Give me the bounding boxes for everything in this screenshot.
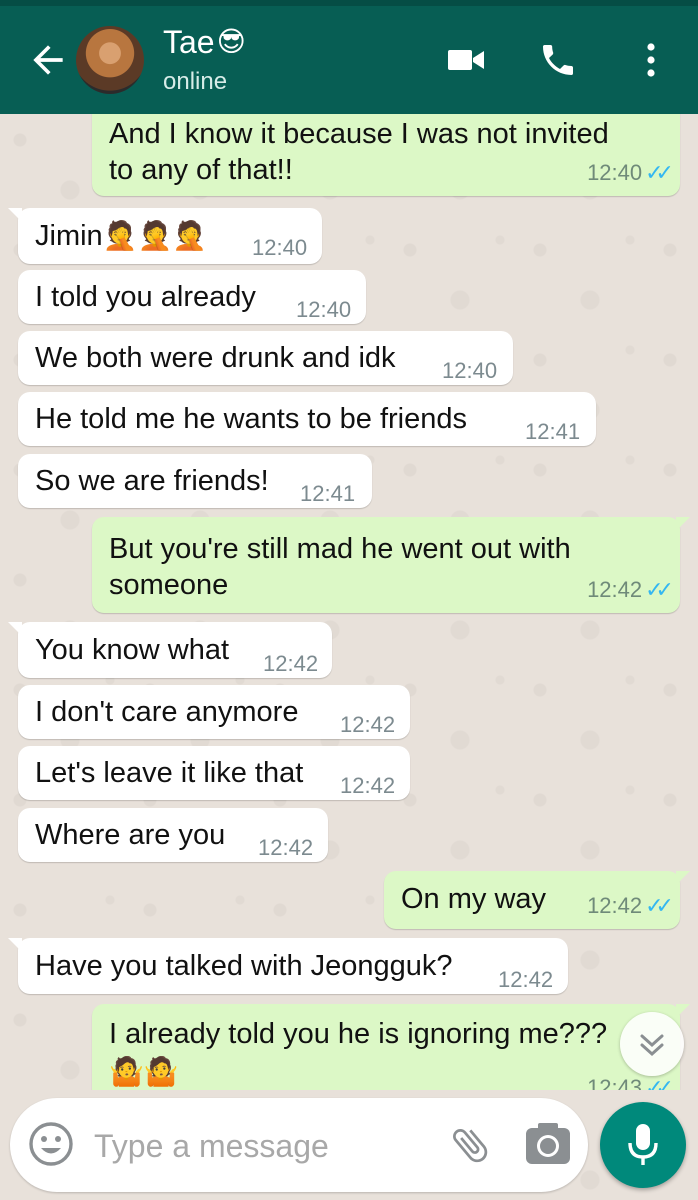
message-time-text: 12:42 — [587, 577, 643, 602]
message-time: 12:40 ✓✓ — [587, 155, 674, 191]
message-text: We both were drunk and idk — [35, 342, 396, 374]
message-text: Where are you — [35, 819, 226, 851]
message-list[interactable]: And I know it because I was not invited … — [0, 114, 698, 1090]
message-outgoing[interactable]: And I know it because I was not invited … — [92, 114, 680, 196]
message-input[interactable] — [92, 1120, 426, 1172]
message-outgoing[interactable]: I already told you he is ignoring me??? … — [92, 1004, 690, 1090]
message-text: But you're still mad he went out with — [109, 533, 571, 565]
sunglasses-emoji: 😎 — [216, 26, 246, 57]
message-text: I told you already — [35, 281, 256, 313]
voice-record-button[interactable] — [600, 1102, 686, 1188]
message-time: 12:42 — [340, 773, 396, 798]
message-text-line2: someone — [109, 569, 229, 601]
scroll-to-bottom-button[interactable] — [620, 1012, 684, 1076]
contact-avatar[interactable] — [76, 26, 144, 94]
read-ticks-icon: ✓✓ — [645, 160, 674, 185]
phone-icon[interactable] — [538, 40, 578, 80]
back-arrow-icon[interactable] — [26, 38, 70, 82]
video-call-icon[interactable] — [446, 44, 486, 76]
camera-icon[interactable] — [524, 1122, 572, 1166]
attach-icon[interactable] — [448, 1122, 492, 1168]
message-text: You know what — [35, 634, 230, 666]
message-text: I don't care anymore — [35, 696, 299, 728]
message-text-line2: to any of that!! — [109, 154, 293, 186]
message-time: 12:40 — [442, 358, 498, 383]
message-text: He told me he wants to be friends — [35, 403, 468, 435]
menu-dots-icon[interactable] — [640, 40, 662, 80]
message-time-text: 12:40 — [587, 160, 643, 185]
chevron-down-icon — [640, 1034, 664, 1057]
message-incoming[interactable]: I don't care anymore 12:42 — [18, 685, 410, 739]
mic-icon — [628, 1124, 658, 1165]
message-time: 12:41 — [525, 419, 581, 444]
message-text: So we are friends! — [35, 465, 269, 497]
contact-name[interactable]: Tae😎 — [163, 24, 246, 60]
message-text: On my way — [401, 883, 547, 915]
message-time-text: 12:42 — [587, 893, 643, 918]
message-outgoing[interactable]: On my way 12:42 ✓✓ — [384, 871, 690, 929]
message-time: 12:42 — [258, 835, 314, 860]
message-incoming[interactable]: You know what 12:42 — [8, 622, 332, 678]
contact-name-text: Tae — [163, 24, 215, 60]
message-incoming[interactable]: Let's leave it like that 12:42 — [18, 746, 410, 800]
message-time: 12:42 — [498, 967, 554, 992]
message-incoming[interactable]: Have you talked with Jeongguk? 12:42 — [8, 938, 568, 994]
read-ticks-icon: ✓✓ — [645, 577, 674, 602]
message-text: Have you talked with Jeongguk? — [35, 950, 453, 982]
message-incoming[interactable]: We both were drunk and idk 12:40 — [18, 331, 513, 385]
message-time: 12:40 — [252, 235, 308, 260]
message-time: 12:41 — [300, 481, 356, 506]
smile-icon[interactable] — [28, 1121, 74, 1167]
message-incoming[interactable]: I told you already 12:40 — [18, 270, 366, 324]
message-time: 12:40 — [296, 297, 352, 322]
message-incoming[interactable]: He told me he wants to be friends 12:41 — [18, 392, 596, 446]
message-time: 12:42 ✓✓ — [587, 888, 674, 924]
read-ticks-icon: ✓✓ — [645, 893, 674, 918]
message-text: Let's leave it like that — [35, 757, 304, 789]
message-text: And I know it because I was not invited — [109, 118, 609, 150]
message-text: I already told you he is ignoring me??? — [109, 1018, 608, 1050]
message-composer — [10, 1098, 588, 1192]
status-bar-strip — [0, 0, 698, 6]
message-text-content: Jimin — [35, 220, 103, 252]
message-time: 12:42 — [340, 712, 396, 737]
message-outgoing[interactable]: But you're still mad he went out with so… — [92, 517, 690, 613]
message-incoming[interactable]: So we are friends! 12:41 — [18, 454, 372, 508]
message-incoming[interactable]: Where are you 12:42 — [18, 808, 328, 862]
contact-status: online — [163, 68, 228, 95]
chat-header: Tae😎 online — [0, 0, 698, 114]
facepalm-emoji: 🤦🤦🤦 — [102, 220, 208, 251]
message-time-text: 12:43 — [587, 1075, 643, 1090]
message-text: Jimin🤦🤦🤦 — [35, 218, 207, 254]
message-time: 12:42 — [263, 651, 319, 676]
message-incoming[interactable]: Jimin🤦🤦🤦 12:40 — [8, 208, 322, 264]
message-time: 12:42 ✓✓ — [587, 572, 674, 608]
shrug-emoji: 🤷🤷 — [109, 1056, 179, 1087]
